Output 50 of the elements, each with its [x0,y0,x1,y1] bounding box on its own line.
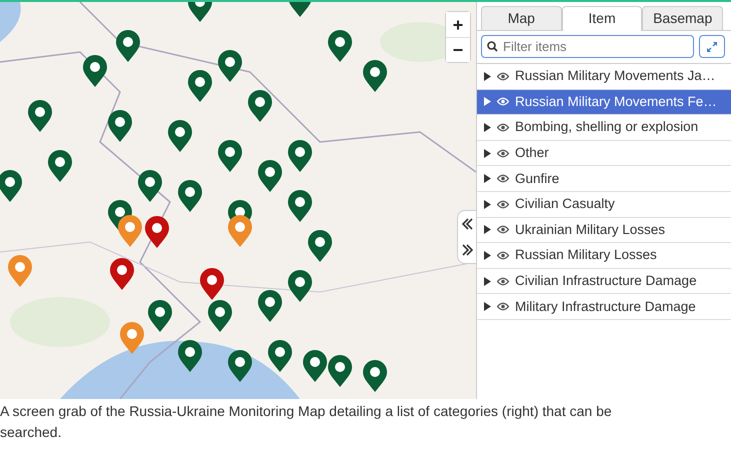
category-label: Bombing, shelling or explosion [515,118,698,136]
tab[interactable]: Basemap [642,6,724,30]
expand-arrow-icon [484,72,491,81]
category-label: Civilian Infrastructure Damage [515,272,697,290]
expand-arrow-icon [484,122,491,132]
eye-icon [497,174,509,184]
expand-arrow-icon [484,302,491,312]
zoom-out-button[interactable]: − [446,37,470,62]
eye-icon [497,225,509,234]
category-item[interactable]: Russian Military Movements Fe… [477,90,731,116]
eye-icon [497,200,509,209]
filter-field[interactable]: Filter items [481,35,694,58]
expand-right-icon [462,244,473,256]
eye-icon [497,302,509,312]
category-label: Civilian Casualty [515,195,615,214]
expand-arrow-icon [484,174,491,184]
collapse-left-icon [462,218,473,230]
category-item[interactable]: Civilian Casualty [477,192,731,218]
category-item[interactable]: Gunfire [477,166,731,192]
expand-button[interactable] [699,35,725,58]
eye-icon [497,250,509,260]
expand-icon [706,40,718,52]
expand-arrow-icon [484,97,491,106]
panel-toggle-handle[interactable] [457,210,476,264]
category-label: Russian Military Movements Fe… [515,92,717,111]
category-item[interactable]: Bombing, shelling or explosion [477,115,731,141]
category-label: Military Infrastructure Damage [515,298,696,316]
tab[interactable]: Map [481,6,562,30]
eye-icon [497,122,509,132]
caption: A screen grab of the Russia-Ukraine Monitoring Map detailing a list of categories (right) that can be searched. [0,402,613,442]
category-label: Other [515,144,549,162]
category-item[interactable]: Civilian Infrastructure Damage [477,268,731,294]
expand-arrow-icon [484,148,491,158]
category-item[interactable]: Russian Military Losses [477,243,731,269]
category-label: Russian Military Movements Ja… [515,67,716,86]
category-label: Russian Military Losses [515,246,657,264]
category-label: Gunfire [515,170,560,188]
expand-arrow-icon [484,200,491,209]
eye-icon [497,148,509,158]
category-item[interactable]: Military Infrastructure Damage [477,294,731,320]
eye-icon [497,97,509,106]
expand-arrow-icon [484,250,491,260]
eye-icon [497,276,509,286]
category-item[interactable]: Ukrainian Military Losses [477,218,731,244]
expand-arrow-icon [484,276,491,286]
expand-arrow-icon [484,225,491,234]
category-label: Ukrainian Military Losses [515,220,666,239]
tab[interactable]: Item [562,6,642,31]
category-item[interactable]: Other [477,140,731,166]
eye-icon [497,72,509,81]
